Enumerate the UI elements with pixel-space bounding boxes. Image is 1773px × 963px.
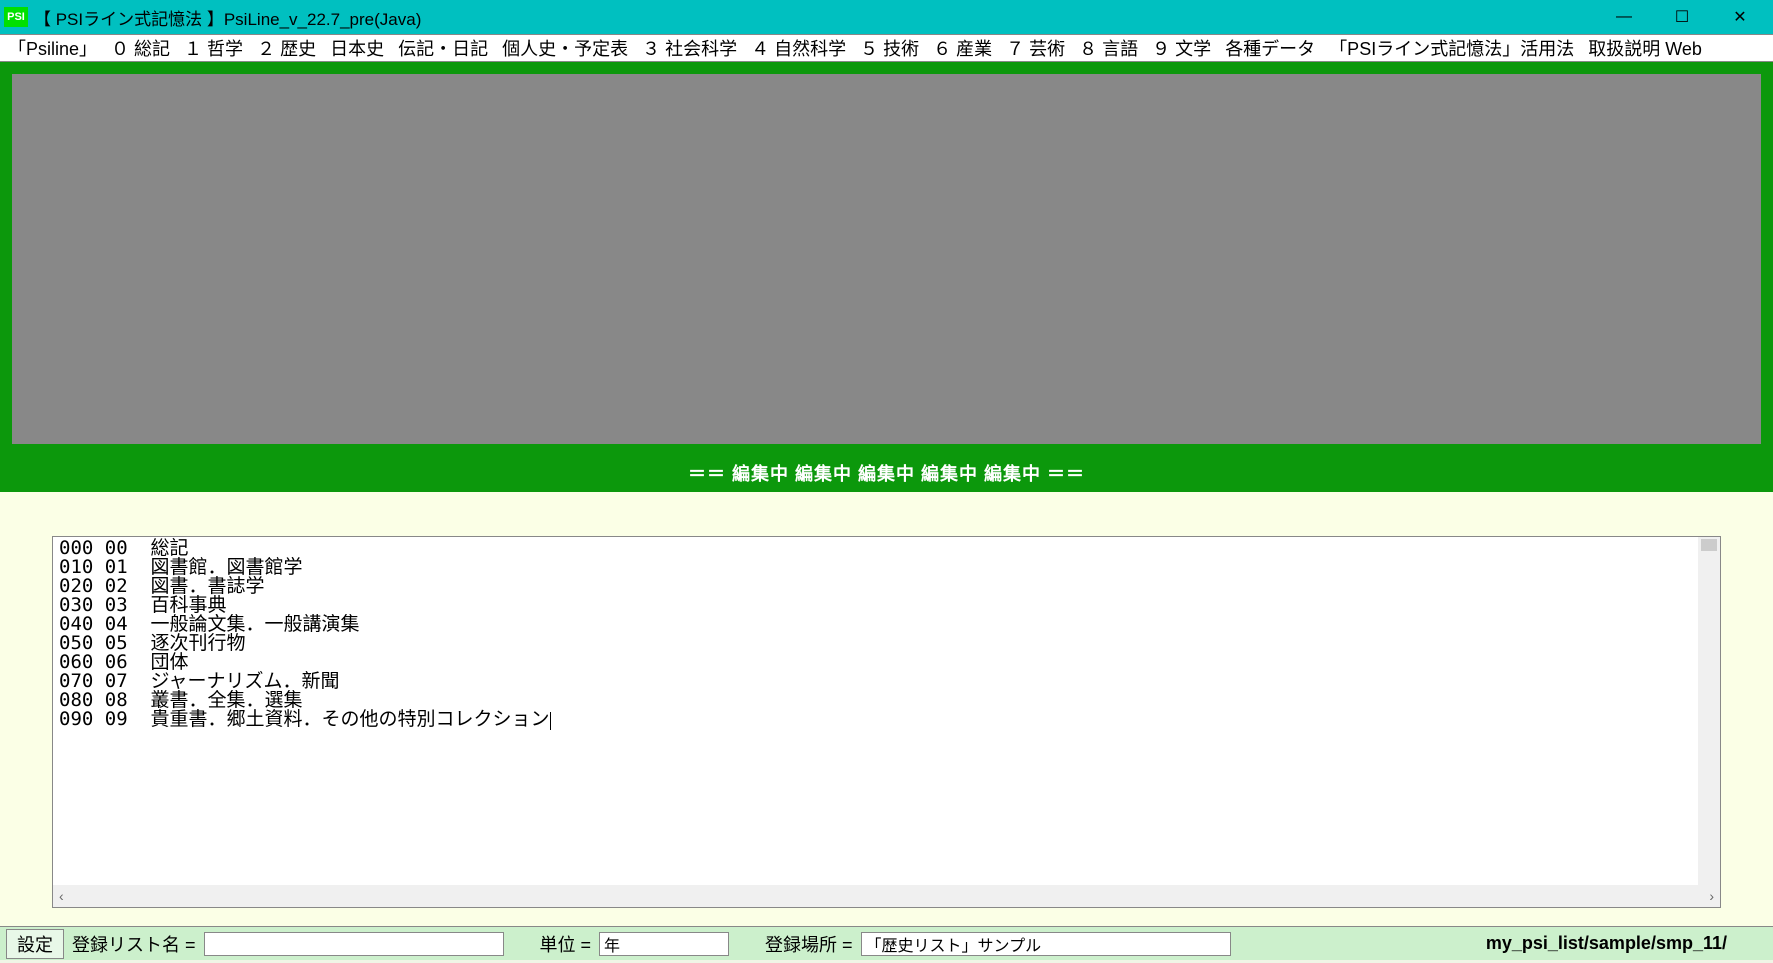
canvas-frame [0,62,1773,456]
menu-9-bungaku[interactable]: ９ 文学 [1152,35,1211,61]
menu-5-gijutsu[interactable]: ５ 技術 [860,35,919,61]
window-title: 【 PSIライン式記憶法 】PsiLine_v_22.7_pre(Java) [34,5,1595,30]
horizontal-scrollbar[interactable]: ‹ › [53,885,1720,907]
gap [0,492,1773,536]
close-button[interactable]: ✕ [1711,1,1769,33]
menu-kojinshi[interactable]: 個人史・予定表 [502,35,628,61]
menu-8-gengo[interactable]: ８ 言語 [1079,35,1138,61]
menu-manual-web[interactable]: 取扱説明 Web [1588,35,1702,61]
menu-0-souki[interactable]: ０ 総記 [111,35,170,61]
place-input[interactable] [861,932,1231,956]
menu-1-tetsugaku[interactable]: １ 哲学 [184,35,243,61]
menu-katsuyou[interactable]: 「PSIライン式記憶法」活用法 [1329,35,1574,61]
menu-3-shakai[interactable]: ３ 社会科学 [642,35,737,61]
window-controls: — ☐ ✕ [1595,1,1769,33]
scroll-thumb[interactable] [1701,539,1717,551]
menu-denki-nikki[interactable]: 伝記・日記 [398,35,488,61]
menu-6-sangyou[interactable]: ６ 産業 [933,35,992,61]
maximize-button[interactable]: ☐ [1653,1,1711,33]
titlebar: PSI 【 PSIライン式記憶法 】PsiLine_v_22.7_pre(Jav… [0,0,1773,34]
app-icon: PSI [4,7,28,27]
menu-data[interactable]: 各種データ [1225,35,1315,61]
settings-button[interactable]: 設定 [6,929,64,959]
unit-label: 単位 = [540,931,592,957]
minimize-button[interactable]: — [1595,1,1653,33]
menu-7-geijutsu[interactable]: ７ 芸術 [1006,35,1065,61]
canvas-area[interactable] [12,74,1761,444]
scroll-left-icon[interactable]: ‹ [59,888,64,904]
menu-2-rekishi[interactable]: ２ 歴史 [257,35,316,61]
menubar: 「Psiline」 ０ 総記 １ 哲学 ２ 歴史 日本史 伝記・日記 個人史・予… [0,34,1773,62]
menu-4-shizen[interactable]: ４ 自然科学 [751,35,846,61]
gap [0,908,1773,926]
vertical-scrollbar[interactable] [1698,537,1720,885]
editing-status-bar: ＝＝ 編集中 編集中 編集中 編集中 編集中 ＝＝ [0,456,1773,492]
scroll-right-icon[interactable]: › [1709,888,1714,904]
text-panel-wrap: 000 00 総記 010 01 図書館．図書館学 020 02 図書．書誌学 … [0,536,1773,908]
unit-input[interactable] [599,932,729,956]
status-bar: 設定 登録リスト名 = 単位 = 登録場所 = my_psi_list/samp… [0,926,1773,960]
place-label: 登録場所 = [765,931,853,957]
text-editor[interactable]: 000 00 総記 010 01 図書館．図書館学 020 02 図書．書誌学 … [53,537,1720,885]
path-display: my_psi_list/sample/smp_11/ [1486,933,1727,954]
listname-label: 登録リスト名 = [72,931,196,957]
listname-input[interactable] [204,932,504,956]
menu-psiline[interactable]: 「Psiline」 [8,35,97,61]
menu-nihonshi[interactable]: 日本史 [330,35,384,61]
text-panel: 000 00 総記 010 01 図書館．図書館学 020 02 図書．書誌学 … [52,536,1721,908]
